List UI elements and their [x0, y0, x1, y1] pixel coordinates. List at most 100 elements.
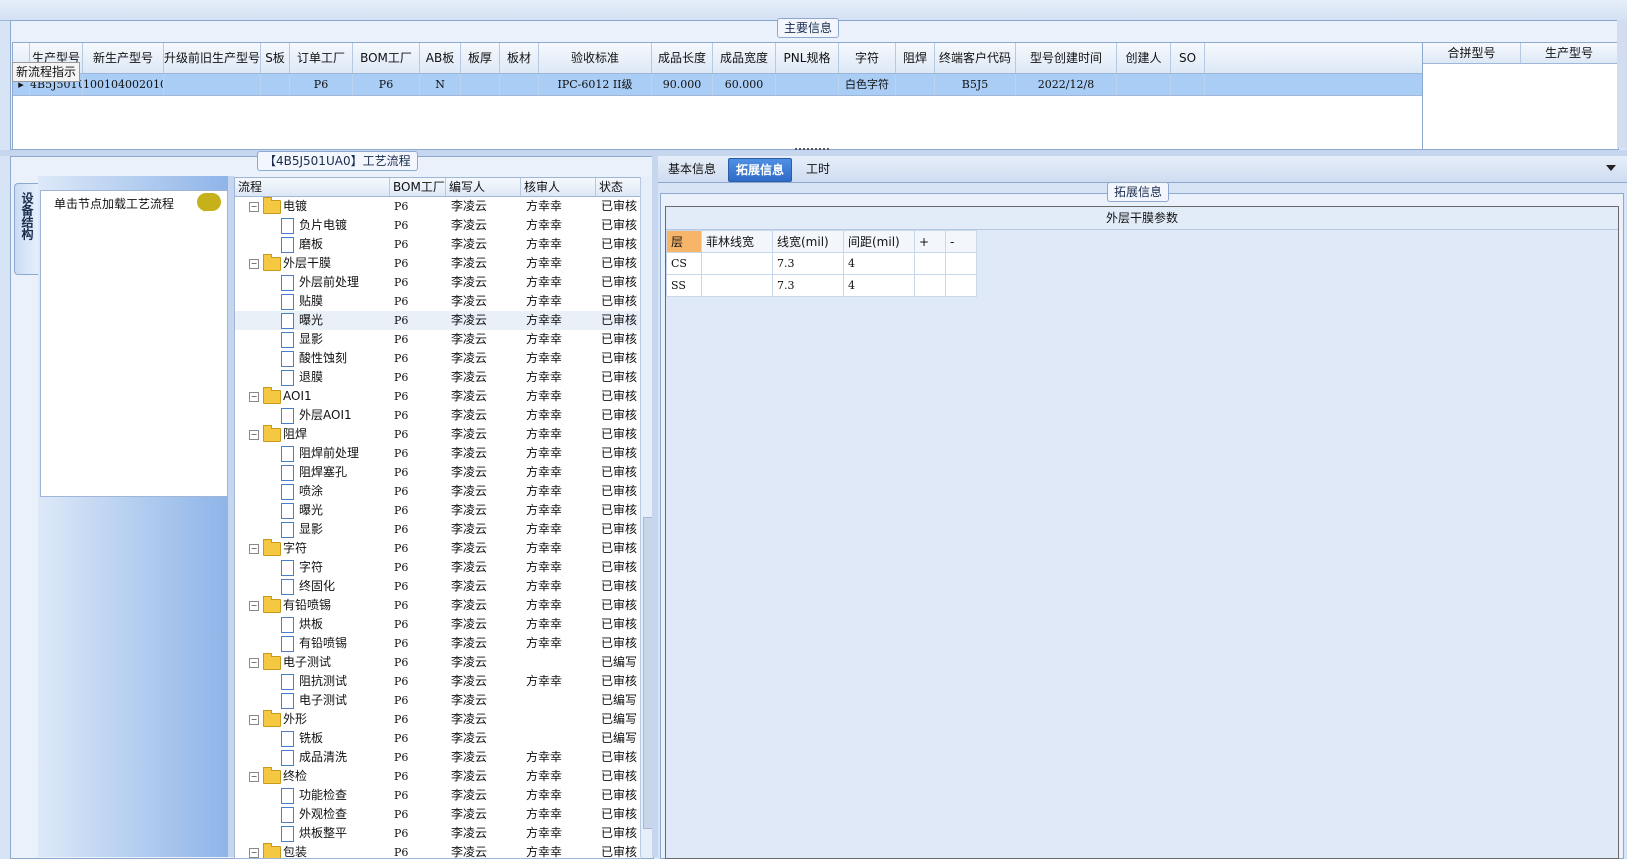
tree-row[interactable]: 磨板 P6 李凌云 方幸幸 已审核: [235, 235, 641, 254]
main-cell[interactable]: [1117, 74, 1171, 95]
tree-row[interactable]: 阻焊塞孔 P6 李凌云 方幸幸 已审核: [235, 463, 641, 482]
tree-row[interactable]: 有铅喷锡 P6 李凌云 方幸幸 已审核: [235, 634, 641, 653]
tree-row[interactable]: − 外层干膜 P6 李凌云 方幸幸 已审核: [235, 254, 641, 273]
tab-dropdown-icon[interactable]: [1606, 165, 1616, 171]
nav-hint-label[interactable]: 单击节点加载工艺流程: [54, 195, 174, 212]
film-cell[interactable]: [914, 274, 946, 297]
right-vertical-splitter[interactable]: [652, 156, 658, 857]
collapse-icon[interactable]: −: [249, 544, 259, 554]
film-cell[interactable]: [914, 252, 946, 275]
tree-row[interactable]: 电子测试 P6 李凌云 已编写: [235, 691, 641, 710]
collapse-icon[interactable]: −: [249, 392, 259, 402]
tree-row[interactable]: 成品清洗 P6 李凌云 方幸幸 已审核: [235, 748, 641, 767]
collapse-icon[interactable]: −: [249, 202, 259, 212]
main-col-header[interactable]: 终端客户代码: [935, 43, 1016, 73]
tree-col-reviewer[interactable]: 核审人: [521, 178, 596, 196]
film-col-header[interactable]: -: [945, 230, 977, 253]
main-cell[interactable]: 60.000: [713, 74, 776, 95]
collapse-icon[interactable]: −: [249, 658, 259, 668]
main-cell[interactable]: [164, 74, 261, 95]
main-cell[interactable]: B5J5: [935, 74, 1016, 95]
main-cell[interactable]: 2022/12/8: [1016, 74, 1117, 95]
tree-row[interactable]: 阻焊前处理 P6 李凌云 方幸幸 已审核: [235, 444, 641, 463]
tab-work-hours[interactable]: 工时: [799, 158, 837, 180]
tree-row[interactable]: 显影 P6 李凌云 方幸幸 已审核: [235, 520, 641, 539]
main-grid-row[interactable]: ▸4B5J501UA010010400201098P6P6NIPC-6012 I…: [13, 74, 1423, 96]
tree-row[interactable]: 外观检查 P6 李凌云 方幸幸 已审核: [235, 805, 641, 824]
tree-row[interactable]: 曝光 P6 李凌云 方幸幸 已审核: [235, 311, 641, 330]
film-cell[interactable]: SS: [666, 274, 702, 297]
tree-row[interactable]: 字符 P6 李凌云 方幸幸 已审核: [235, 558, 641, 577]
tree-row[interactable]: 功能检查 P6 李凌云 方幸幸 已审核: [235, 786, 641, 805]
main-col-header[interactable]: 新生产型号: [83, 43, 164, 73]
film-cell[interactable]: [701, 274, 773, 297]
main-col-header[interactable]: 升级前旧生产型号: [164, 43, 261, 73]
tree-row[interactable]: − 电子测试 P6 李凌云 已编写: [235, 653, 641, 672]
tree-row[interactable]: − 有铅喷锡 P6 李凌云 方幸幸 已审核: [235, 596, 641, 615]
tree-row[interactable]: − 电镀 P6 李凌云 方幸幸 已审核: [235, 197, 641, 216]
collapse-icon[interactable]: −: [249, 259, 259, 269]
collapse-icon[interactable]: −: [249, 715, 259, 725]
film-cell[interactable]: [945, 252, 977, 275]
main-cell[interactable]: 10010400201098: [83, 74, 164, 95]
tree-row[interactable]: 负片电镀 P6 李凌云 方幸幸 已审核: [235, 216, 641, 235]
main-cell[interactable]: P6: [353, 74, 420, 95]
main-col-header[interactable]: 板厚: [461, 43, 500, 73]
main-col-header[interactable]: PNL规格: [776, 43, 839, 73]
right-scrollbar[interactable]: [1617, 20, 1627, 148]
film-cell[interactable]: 4: [843, 252, 915, 275]
tab-basic-info[interactable]: 基本信息: [661, 158, 723, 180]
tree-row[interactable]: − 终检 P6 李凌云 方幸幸 已审核: [235, 767, 641, 786]
tree-col-status[interactable]: 状态: [596, 178, 641, 196]
tree-row[interactable]: 显影 P6 李凌云 方幸幸 已审核: [235, 330, 641, 349]
main-cell[interactable]: P6: [290, 74, 353, 95]
tree-row[interactable]: 铣板 P6 李凌云 已编写: [235, 729, 641, 748]
tree-row[interactable]: 终固化 P6 李凌云 方幸幸 已审核: [235, 577, 641, 596]
main-cell[interactable]: [776, 74, 839, 95]
tree-row[interactable]: 烘板 P6 李凌云 方幸幸 已审核: [235, 615, 641, 634]
main-col-header[interactable]: S板: [261, 43, 290, 73]
tree-row[interactable]: 烘板整平 P6 李凌云 方幸幸 已审核: [235, 824, 641, 843]
main-col-header[interactable]: 成品宽度: [713, 43, 776, 73]
main-col-header[interactable]: SO: [1171, 43, 1205, 73]
tree-row[interactable]: 喷涂 P6 李凌云 方幸幸 已审核: [235, 482, 641, 501]
tree-row[interactable]: − 字符 P6 李凌云 方幸幸 已审核: [235, 539, 641, 558]
main-cell[interactable]: 90.000: [652, 74, 713, 95]
main-col-header[interactable]: 验收标准: [539, 43, 652, 73]
film-cell[interactable]: [945, 274, 977, 297]
tree-col-writer[interactable]: 编写人: [446, 178, 521, 196]
tree-row[interactable]: 阻抗测试 P6 李凌云 方幸幸 已审核: [235, 672, 641, 691]
main-cell[interactable]: [500, 74, 539, 95]
tree-row[interactable]: 退膜 P6 李凌云 方幸幸 已审核: [235, 368, 641, 387]
main-cell[interactable]: N: [420, 74, 461, 95]
tab-extended-info[interactable]: 拓展信息: [728, 158, 793, 182]
tree-row[interactable]: 外层前处理 P6 李凌云 方幸幸 已审核: [235, 273, 641, 292]
film-cell[interactable]: [701, 252, 773, 275]
collapse-icon[interactable]: −: [249, 772, 259, 782]
tree-row[interactable]: 贴膜 P6 李凌云 方幸幸 已审核: [235, 292, 641, 311]
main-cell[interactable]: [261, 74, 290, 95]
film-cell[interactable]: 7.3: [772, 252, 844, 275]
tree-row[interactable]: 外层AOI1 P6 李凌云 方幸幸 已审核: [235, 406, 641, 425]
main-col-header[interactable]: 订单工厂: [290, 43, 353, 73]
production-model-header[interactable]: 生产型号: [1521, 43, 1618, 63]
main-col-header[interactable]: 创建人: [1117, 43, 1171, 73]
main-col-header[interactable]: 阻焊: [896, 43, 935, 73]
main-col-header[interactable]: 成品长度: [652, 43, 713, 73]
film-col-header[interactable]: +: [914, 230, 946, 253]
film-cell[interactable]: CS: [666, 252, 702, 275]
main-cell[interactable]: [461, 74, 500, 95]
tree-col-bom[interactable]: BOM工厂: [390, 178, 446, 196]
main-cell[interactable]: 白色字符: [839, 74, 896, 95]
device-structure-tab[interactable]: 设备结构: [14, 183, 39, 275]
tree-col-flow[interactable]: 流程: [235, 178, 390, 196]
collapse-icon[interactable]: −: [249, 601, 259, 611]
main-col-header[interactable]: AB板: [420, 43, 461, 73]
merge-model-header[interactable]: 合拼型号: [1423, 43, 1521, 63]
main-col-header[interactable]: BOM工厂: [353, 43, 420, 73]
main-cell[interactable]: [1171, 74, 1205, 95]
main-cell[interactable]: IPC-6012 II级: [539, 74, 652, 95]
main-cell[interactable]: [896, 74, 935, 95]
main-col-header[interactable]: 型号创建时间: [1016, 43, 1117, 73]
tree-row[interactable]: 曝光 P6 李凌云 方幸幸 已审核: [235, 501, 641, 520]
